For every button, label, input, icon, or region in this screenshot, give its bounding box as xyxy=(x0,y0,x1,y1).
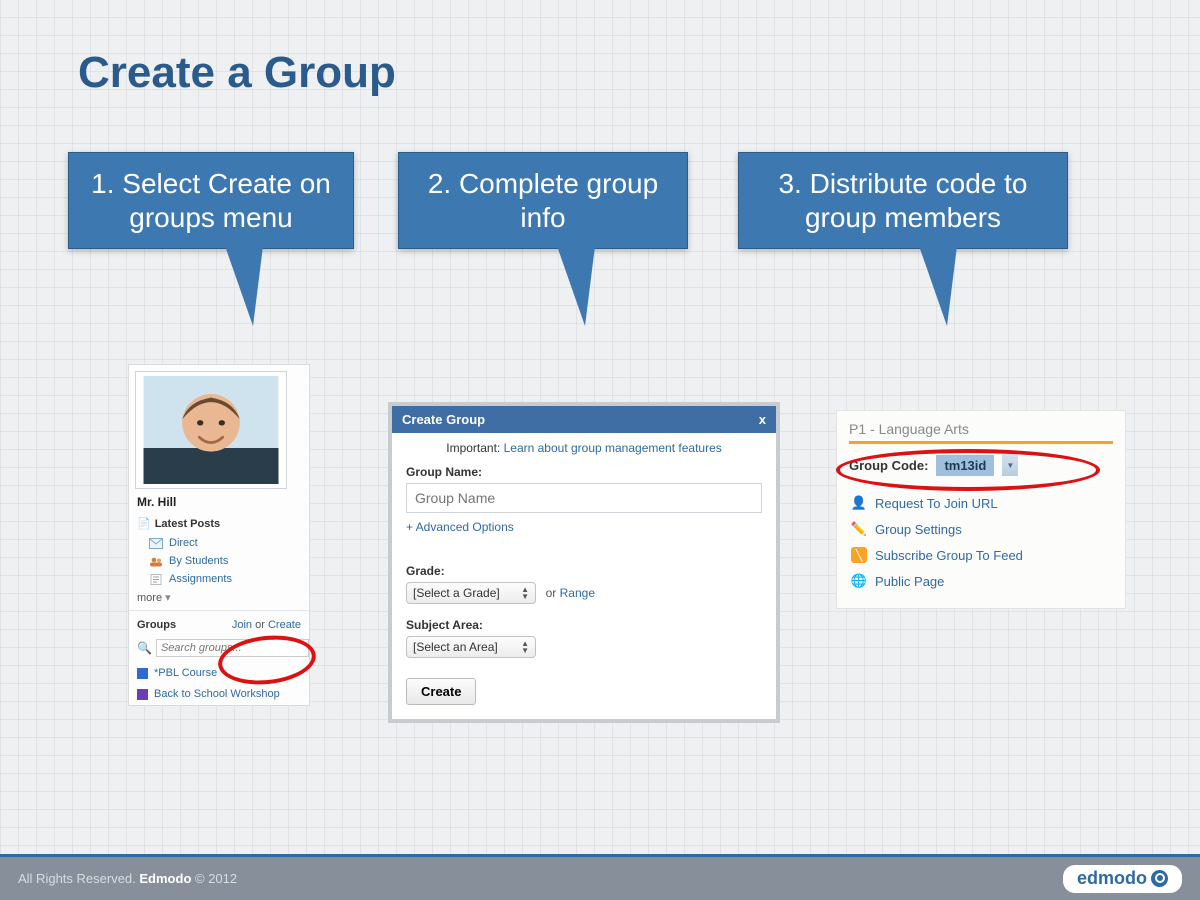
user-icon: 👤 xyxy=(851,495,867,511)
callout-text: 3. Distribute code to group members xyxy=(778,168,1027,233)
grade-label: Grade: xyxy=(406,564,762,578)
link-label: Request To Join URL xyxy=(875,496,998,511)
edmodo-logo: edmodo xyxy=(1063,865,1182,893)
search-groups-row: 🔍 xyxy=(129,639,309,663)
request-join-url-link[interactable]: 👤 Request To Join URL xyxy=(849,490,1113,516)
footer-brand: Edmodo xyxy=(139,871,191,886)
join-link[interactable]: Join xyxy=(232,619,252,631)
callout-step-1: 1. Select Create on groups menu xyxy=(68,152,354,249)
group-code-label: Group Code: xyxy=(849,458,928,473)
grade-select-value: [Select a Grade] xyxy=(413,586,500,600)
or-text: or xyxy=(255,619,265,631)
sidebar-item-assignments[interactable]: Assignments xyxy=(129,570,309,588)
username-label: Mr. Hill xyxy=(137,495,301,509)
select-arrows-icon: ▲▼ xyxy=(521,640,529,654)
search-groups-input[interactable] xyxy=(156,639,309,657)
create-link[interactable]: Create xyxy=(268,619,301,631)
footer: All Rights Reserved. Edmodo © 2012 edmod… xyxy=(0,854,1200,900)
sidebar-item-by-students[interactable]: By Students xyxy=(129,552,309,570)
latest-posts-header: 📄 Latest Posts xyxy=(137,517,301,530)
latest-posts-text: Latest Posts xyxy=(155,518,220,530)
groups-header-row: Groups Join or Create xyxy=(129,610,309,639)
group-color-swatch xyxy=(137,689,148,700)
close-icon[interactable]: x xyxy=(759,412,766,427)
or-text: or xyxy=(546,586,560,600)
create-button[interactable]: Create xyxy=(406,678,476,705)
group-name-field: Group Name: + Advanced Options xyxy=(406,465,762,550)
sidebar-item-direct[interactable]: Direct xyxy=(129,534,309,552)
grade-field: Grade: [Select a Grade] ▲▼ or Range xyxy=(406,564,762,604)
group-settings-link[interactable]: ✏️ Group Settings xyxy=(849,516,1113,542)
dialog-important: Important: Learn about group management … xyxy=(406,441,762,455)
globe-icon: 🌐 xyxy=(851,573,867,589)
assignment-icon xyxy=(149,574,163,585)
mail-icon xyxy=(149,538,163,549)
group-code-panel: P1 - Language Arts Group Code: tm13id ▼ … xyxy=(836,410,1126,609)
subject-label: Subject Area: xyxy=(406,618,762,632)
link-label: Subscribe Group To Feed xyxy=(875,548,1023,563)
range-link[interactable]: Range xyxy=(560,586,595,600)
search-icon: 🔍 xyxy=(137,641,152,655)
select-arrows-icon: ▲▼ xyxy=(521,586,529,600)
group-name-input[interactable] xyxy=(406,483,762,513)
important-prefix: Important: xyxy=(446,441,503,455)
pencil-icon: ✏️ xyxy=(851,521,867,537)
footer-suffix: © 2012 xyxy=(191,871,237,886)
sidebar-more[interactable]: more xyxy=(129,588,309,610)
callout-text: 1. Select Create on groups menu xyxy=(91,168,331,233)
people-icon xyxy=(149,556,163,567)
sidebar-item-label: Direct xyxy=(169,537,198,549)
subject-select[interactable]: [Select an Area] ▲▼ xyxy=(406,636,536,658)
callout-tail xyxy=(225,246,263,326)
public-page-link[interactable]: 🌐 Public Page xyxy=(849,568,1113,594)
grade-select[interactable]: [Select a Grade] ▲▼ xyxy=(406,582,536,604)
avatar xyxy=(135,371,287,489)
callout-step-2: 2. Complete group info xyxy=(398,152,688,249)
sidebar-panel: Mr. Hill 📄 Latest Posts Direct By Studen… xyxy=(128,364,310,706)
logo-text: edmodo xyxy=(1077,868,1147,889)
subject-select-value: [Select an Area] xyxy=(413,640,498,654)
group-item-label: *PBL Course xyxy=(154,667,217,680)
link-label: Public Page xyxy=(875,574,944,589)
callout-tail xyxy=(919,246,957,326)
logo-icon xyxy=(1151,870,1168,887)
group-item-label: Back to School Workshop xyxy=(154,688,280,701)
subscribe-feed-link[interactable]: ╲ Subscribe Group To Feed xyxy=(849,542,1113,568)
groups-label: Groups xyxy=(137,619,176,631)
sidebar-item-label: By Students xyxy=(169,555,228,567)
group-code-row: Group Code: tm13id ▼ xyxy=(849,454,1113,476)
group-item-pbl[interactable]: *PBL Course xyxy=(129,663,309,684)
callout-tail xyxy=(557,246,595,326)
sidebar-item-label: Assignments xyxy=(169,573,232,585)
groups-actions: Join or Create xyxy=(232,619,301,631)
page-title: Create a Group xyxy=(78,48,396,98)
group-code-value: tm13id xyxy=(936,455,994,476)
dialog-body: Important: Learn about group management … xyxy=(392,433,776,719)
grade-or-range: or Range xyxy=(546,586,595,600)
footer-copyright: All Rights Reserved. Edmodo © 2012 xyxy=(18,871,237,886)
link-label: Group Settings xyxy=(875,522,962,537)
callout-step-3: 3. Distribute code to group members xyxy=(738,152,1068,249)
callout-text: 2. Complete group info xyxy=(428,168,658,233)
group-color-swatch xyxy=(137,668,148,679)
dialog-header: Create Group x xyxy=(392,406,776,433)
avatar-image xyxy=(140,376,282,484)
footer-prefix: All Rights Reserved. xyxy=(18,871,139,886)
subject-field: Subject Area: [Select an Area] ▲▼ xyxy=(406,618,762,658)
group-name-label: Group Name: xyxy=(406,465,762,479)
dialog-title: Create Group xyxy=(402,412,485,427)
important-link[interactable]: Learn about group management features xyxy=(504,441,722,455)
posts-icon: 📄 xyxy=(137,517,151,530)
advanced-options-link[interactable]: + Advanced Options xyxy=(406,520,514,534)
group-panel-title: P1 - Language Arts xyxy=(849,421,1113,444)
create-group-dialog: Create Group x Important: Learn about gr… xyxy=(388,402,780,723)
rss-icon: ╲ xyxy=(851,547,867,563)
group-item-workshop[interactable]: Back to School Workshop xyxy=(129,684,309,705)
group-code-dropdown[interactable]: ▼ xyxy=(1002,454,1018,476)
